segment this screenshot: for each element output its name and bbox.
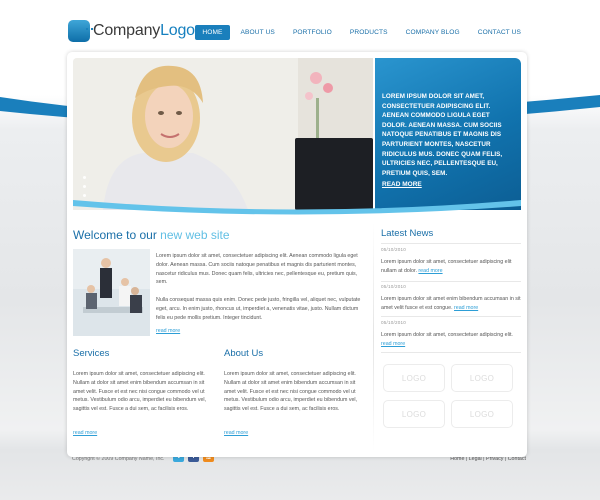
column-divider	[373, 222, 374, 452]
services-read-more-link[interactable]: read more	[73, 430, 97, 436]
slider-dots	[83, 176, 86, 197]
nav-contact-us[interactable]: CONTACT US	[471, 25, 528, 40]
logo-mark-icon	[68, 20, 93, 42]
news-divider	[381, 352, 521, 353]
welcome-read-more-link[interactable]: read more	[156, 328, 180, 334]
news-divider	[381, 243, 521, 244]
news-item: 05/10/2010 Lorem ipsum dolor sit amet en…	[381, 284, 521, 313]
news-text: Lorem ipsum dolor sit amet enim bibendum…	[381, 296, 521, 311]
partner-logo[interactable]: LOGO	[383, 364, 445, 392]
nav-company-blog[interactable]: COMPANY BLOG	[399, 25, 467, 40]
news-date: 05/10/2010	[381, 320, 406, 325]
news-read-more-link[interactable]: read more	[454, 305, 478, 311]
hero-read-more-link[interactable]: READ MORE	[382, 181, 513, 188]
about-read-more-link[interactable]: read more	[224, 430, 248, 436]
welcome-paragraph-2: Nulla consequat massa quis enim. Donec p…	[156, 297, 361, 321]
about-text: Lorem ipsum dolor sit amet, consectetuer…	[224, 371, 358, 413]
news-read-more-link[interactable]: read more	[418, 268, 442, 274]
welcome-title: Welcome to our new web site	[73, 228, 230, 242]
services-text: Lorem ipsum dolor sit amet, consectetuer…	[73, 371, 207, 413]
hero-text-panel: LOREM IPSUM DOLOR SIT AMET, CONSECTETUER…	[375, 58, 521, 210]
partner-logo[interactable]: LOGO	[451, 364, 513, 392]
slider-dot[interactable]	[83, 185, 86, 188]
main-nav: HOME ABOUT US PORTFOLIO PRODUCTS COMPANY…	[191, 25, 528, 40]
nav-products[interactable]: PRODUCTS	[343, 25, 395, 40]
hero-text: LOREM IPSUM DOLOR SIT AMET, CONSECTETUER…	[382, 93, 503, 177]
nav-portfolio[interactable]: PORTFOLIO	[286, 25, 339, 40]
news-text: Lorem ipsum dolor sit amet, consectetuer…	[381, 259, 512, 274]
nav-home[interactable]: HOME	[195, 25, 230, 40]
partner-logo[interactable]: LOGO	[383, 400, 445, 428]
news-item: 05/10/2010 Lorem ipsum dolor sit amet, c…	[381, 247, 521, 276]
news-item: 05/10/2010 Lorem ipsum dolor sit amet, c…	[381, 320, 521, 349]
hero-photo	[73, 58, 373, 210]
content-card: LOREM IPSUM DOLOR SIT AMET, CONSECTETUER…	[67, 52, 527, 457]
news-divider	[381, 281, 521, 282]
welcome-paragraph-1: Lorem ipsum dolor sit amet, consectetuer…	[156, 253, 358, 286]
news-date: 05/10/2010	[381, 247, 406, 252]
welcome-photo	[73, 249, 150, 336]
nav-about-us[interactable]: ABOUT US	[234, 25, 282, 40]
slider-dot[interactable]	[83, 176, 86, 179]
hero-banner: LOREM IPSUM DOLOR SIT AMET, CONSECTETUER…	[73, 58, 521, 210]
news-title: Latest News	[381, 228, 434, 239]
services-title: Services	[73, 348, 110, 359]
logo-text: CompanyLogo	[93, 22, 195, 39]
about-title: About Us	[224, 348, 264, 359]
partner-logo[interactable]: LOGO	[451, 400, 513, 428]
company-logo[interactable]: CompanyLogo	[68, 20, 195, 42]
news-date: 05/10/2010	[381, 284, 406, 289]
news-read-more-link[interactable]: read more	[381, 341, 405, 347]
news-text: Lorem ipsum dolor sit amet, consectetuer…	[381, 332, 513, 347]
news-divider	[381, 316, 521, 317]
hero-wave	[73, 200, 521, 215]
